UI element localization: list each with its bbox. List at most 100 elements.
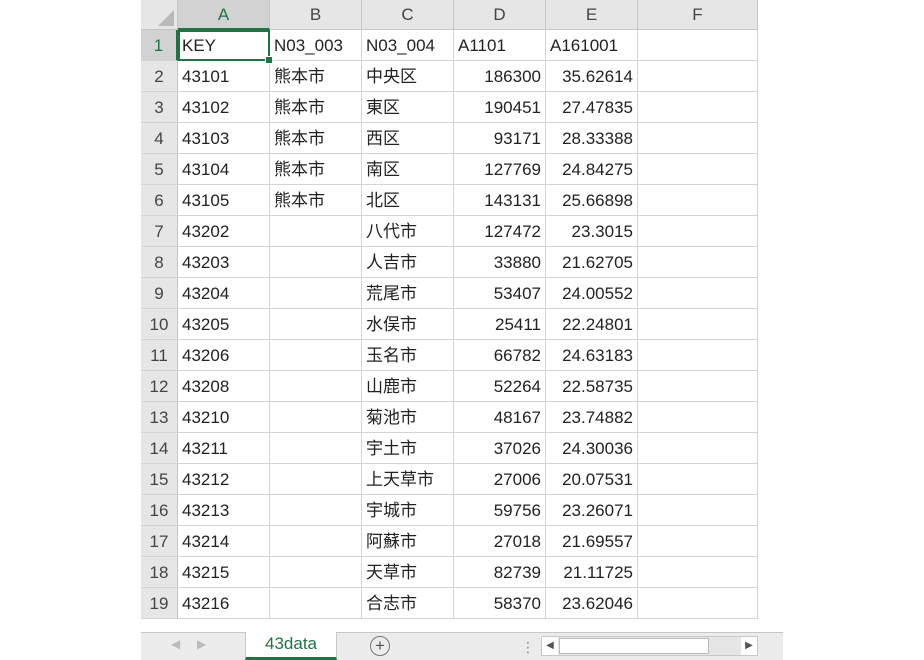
row-header[interactable]: 18 bbox=[141, 557, 178, 588]
cell-d5[interactable]: 127769 bbox=[454, 154, 546, 185]
cell-d16[interactable]: 59756 bbox=[454, 495, 546, 526]
cell-e15[interactable]: 20.07531 bbox=[546, 464, 638, 495]
cell-b5[interactable]: 熊本市 bbox=[270, 154, 362, 185]
cell-c19[interactable]: 合志市 bbox=[362, 588, 454, 619]
cell-b15[interactable] bbox=[270, 464, 362, 495]
cell-a14[interactable]: 43211 bbox=[178, 433, 270, 464]
row-header[interactable]: 1 bbox=[141, 30, 178, 61]
cell-c8[interactable]: 人吉市 bbox=[362, 247, 454, 278]
cell-d2[interactable]: 186300 bbox=[454, 61, 546, 92]
cell-b4[interactable]: 熊本市 bbox=[270, 123, 362, 154]
column-header-b[interactable]: B bbox=[270, 0, 362, 30]
cell-a2[interactable]: 43101 bbox=[178, 61, 270, 92]
horizontal-scroll-thumb[interactable] bbox=[559, 638, 709, 654]
row-header[interactable]: 10 bbox=[141, 309, 178, 340]
cell-d11[interactable]: 66782 bbox=[454, 340, 546, 371]
row-header[interactable]: 15 bbox=[141, 464, 178, 495]
cell-d7[interactable]: 127472 bbox=[454, 216, 546, 247]
cell-e17[interactable]: 21.69557 bbox=[546, 526, 638, 557]
cell-f1[interactable] bbox=[638, 30, 758, 61]
cell-d9[interactable]: 53407 bbox=[454, 278, 546, 309]
cell-f4[interactable] bbox=[638, 123, 758, 154]
cell-a4[interactable]: 43103 bbox=[178, 123, 270, 154]
cell-f11[interactable] bbox=[638, 340, 758, 371]
cell-d12[interactable]: 52264 bbox=[454, 371, 546, 402]
cell-e19[interactable]: 23.62046 bbox=[546, 588, 638, 619]
cell-c4[interactable]: 西区 bbox=[362, 123, 454, 154]
row-header[interactable]: 8 bbox=[141, 247, 178, 278]
cell-f19[interactable] bbox=[638, 588, 758, 619]
cell-f10[interactable] bbox=[638, 309, 758, 340]
cell-e5[interactable]: 24.84275 bbox=[546, 154, 638, 185]
cell-e11[interactable]: 24.63183 bbox=[546, 340, 638, 371]
cell-b8[interactable] bbox=[270, 247, 362, 278]
cell-e6[interactable]: 25.66898 bbox=[546, 185, 638, 216]
cell-b10[interactable] bbox=[270, 309, 362, 340]
cell-e12[interactable]: 22.58735 bbox=[546, 371, 638, 402]
cell-f6[interactable] bbox=[638, 185, 758, 216]
cell-e7[interactable]: 23.3015 bbox=[546, 216, 638, 247]
tab-split-handle-icon[interactable]: ⋮ bbox=[521, 639, 535, 656]
cell-e13[interactable]: 23.74882 bbox=[546, 402, 638, 433]
cell-c5[interactable]: 南区 bbox=[362, 154, 454, 185]
fill-handle[interactable] bbox=[265, 56, 273, 64]
cell-e3[interactable]: 27.47835 bbox=[546, 92, 638, 123]
cell-d14[interactable]: 37026 bbox=[454, 433, 546, 464]
cell-d3[interactable]: 190451 bbox=[454, 92, 546, 123]
cell-d17[interactable]: 27018 bbox=[454, 526, 546, 557]
prev-sheet-icon[interactable]: ◀ bbox=[171, 637, 180, 651]
cell-c16[interactable]: 宇城市 bbox=[362, 495, 454, 526]
cell-f13[interactable] bbox=[638, 402, 758, 433]
cell-a16[interactable]: 43213 bbox=[178, 495, 270, 526]
cell-a8[interactable]: 43203 bbox=[178, 247, 270, 278]
cell-e18[interactable]: 21.11725 bbox=[546, 557, 638, 588]
scroll-left-icon[interactable]: ◀ bbox=[542, 637, 558, 655]
cell-e1[interactable]: A161001 bbox=[546, 30, 638, 61]
cell-a5[interactable]: 43104 bbox=[178, 154, 270, 185]
cell-d10[interactable]: 25411 bbox=[454, 309, 546, 340]
cell-f15[interactable] bbox=[638, 464, 758, 495]
cell-e16[interactable]: 23.26071 bbox=[546, 495, 638, 526]
cell-f16[interactable] bbox=[638, 495, 758, 526]
cell-c10[interactable]: 水俣市 bbox=[362, 309, 454, 340]
cell-e14[interactable]: 24.30036 bbox=[546, 433, 638, 464]
cell-c1[interactable]: N03_004 bbox=[362, 30, 454, 61]
cell-b6[interactable]: 熊本市 bbox=[270, 185, 362, 216]
cell-d8[interactable]: 33880 bbox=[454, 247, 546, 278]
cell-f5[interactable] bbox=[638, 154, 758, 185]
cell-d19[interactable]: 58370 bbox=[454, 588, 546, 619]
next-sheet-icon[interactable]: ▶ bbox=[197, 637, 206, 651]
cell-b17[interactable] bbox=[270, 526, 362, 557]
cell-c9[interactable]: 荒尾市 bbox=[362, 278, 454, 309]
cell-b13[interactable] bbox=[270, 402, 362, 433]
cell-d13[interactable]: 48167 bbox=[454, 402, 546, 433]
cell-c17[interactable]: 阿蘇市 bbox=[362, 526, 454, 557]
cell-c2[interactable]: 中央区 bbox=[362, 61, 454, 92]
scroll-right-icon[interactable]: ▶ bbox=[741, 637, 757, 655]
cell-f8[interactable] bbox=[638, 247, 758, 278]
cell-b1[interactable]: N03_003 bbox=[270, 30, 362, 61]
cell-a17[interactable]: 43214 bbox=[178, 526, 270, 557]
cell-b11[interactable] bbox=[270, 340, 362, 371]
cell-c6[interactable]: 北区 bbox=[362, 185, 454, 216]
sheet-tab[interactable]: 43data bbox=[245, 632, 337, 660]
cell-e2[interactable]: 35.62614 bbox=[546, 61, 638, 92]
column-header-f[interactable]: F bbox=[638, 0, 758, 30]
cell-b14[interactable] bbox=[270, 433, 362, 464]
cell-c14[interactable]: 宇土市 bbox=[362, 433, 454, 464]
cell-f7[interactable] bbox=[638, 216, 758, 247]
cell-b3[interactable]: 熊本市 bbox=[270, 92, 362, 123]
row-header[interactable]: 13 bbox=[141, 402, 178, 433]
cell-e4[interactable]: 28.33388 bbox=[546, 123, 638, 154]
column-header-d[interactable]: D bbox=[454, 0, 546, 30]
cell-c7[interactable]: 八代市 bbox=[362, 216, 454, 247]
cell-a11[interactable]: 43206 bbox=[178, 340, 270, 371]
cell-f18[interactable] bbox=[638, 557, 758, 588]
cell-a12[interactable]: 43208 bbox=[178, 371, 270, 402]
cell-a1[interactable]: KEY bbox=[178, 30, 273, 64]
cell-c13[interactable]: 菊池市 bbox=[362, 402, 454, 433]
column-header-e[interactable]: E bbox=[546, 0, 638, 30]
cell-d1[interactable]: A1101 bbox=[454, 30, 546, 61]
cell-a15[interactable]: 43212 bbox=[178, 464, 270, 495]
cell-c15[interactable]: 上天草市 bbox=[362, 464, 454, 495]
